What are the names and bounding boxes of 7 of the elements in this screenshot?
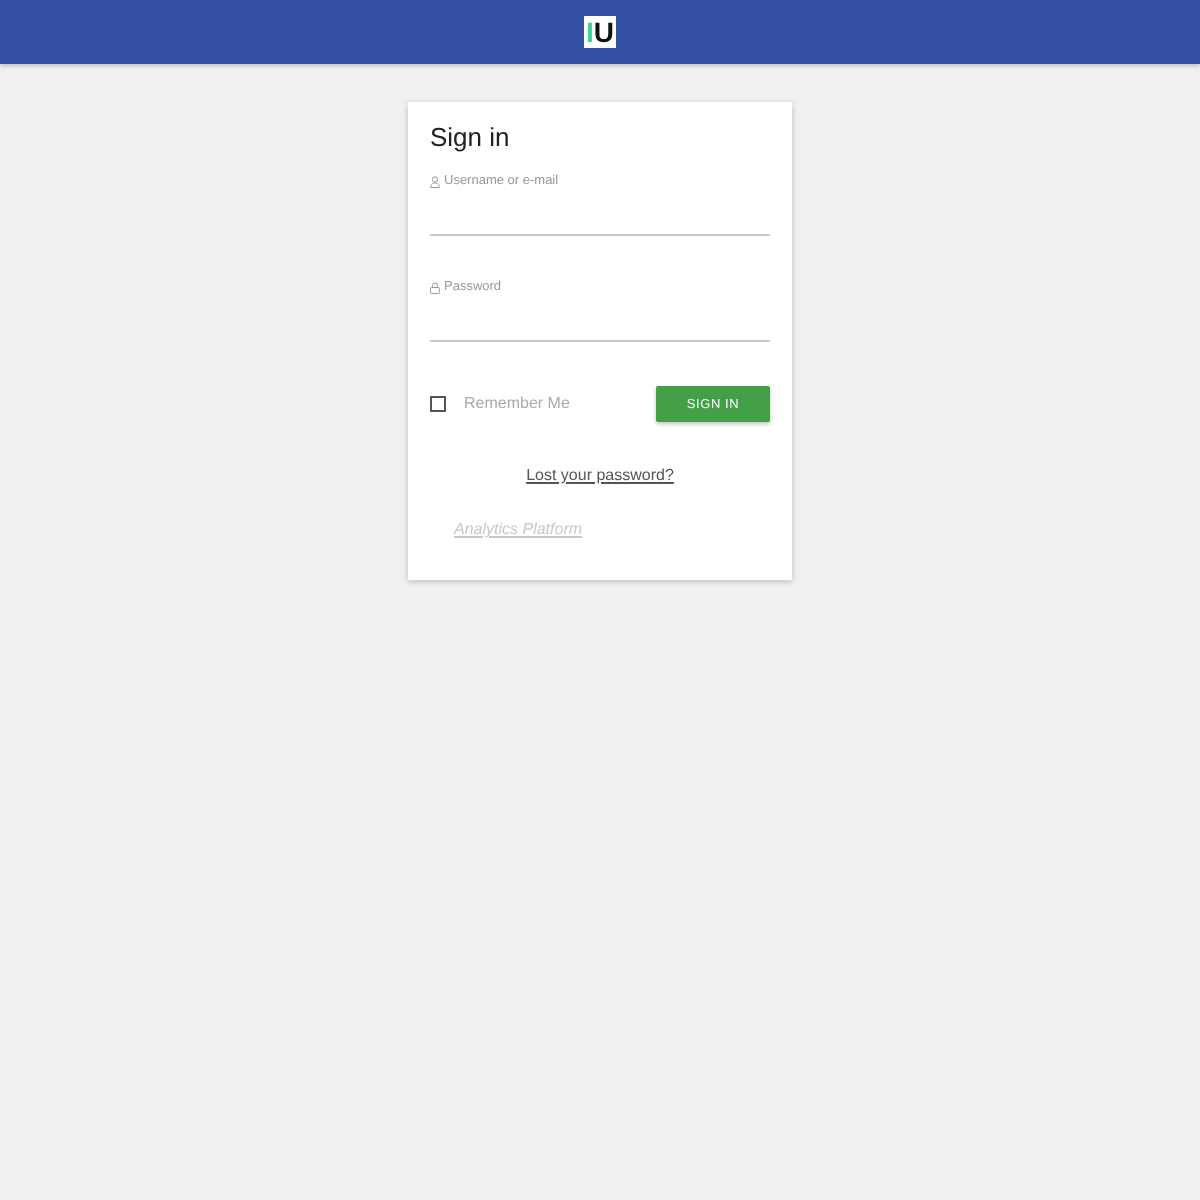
lost-password-link[interactable]: Lost your password?: [526, 466, 674, 484]
user-icon: [430, 176, 440, 188]
lock-icon: [430, 282, 440, 294]
logo: IU: [584, 16, 616, 48]
remember-checkbox[interactable]: [430, 396, 446, 412]
card-title: Sign in: [430, 122, 512, 154]
remember-label: Remember Me: [464, 394, 570, 414]
